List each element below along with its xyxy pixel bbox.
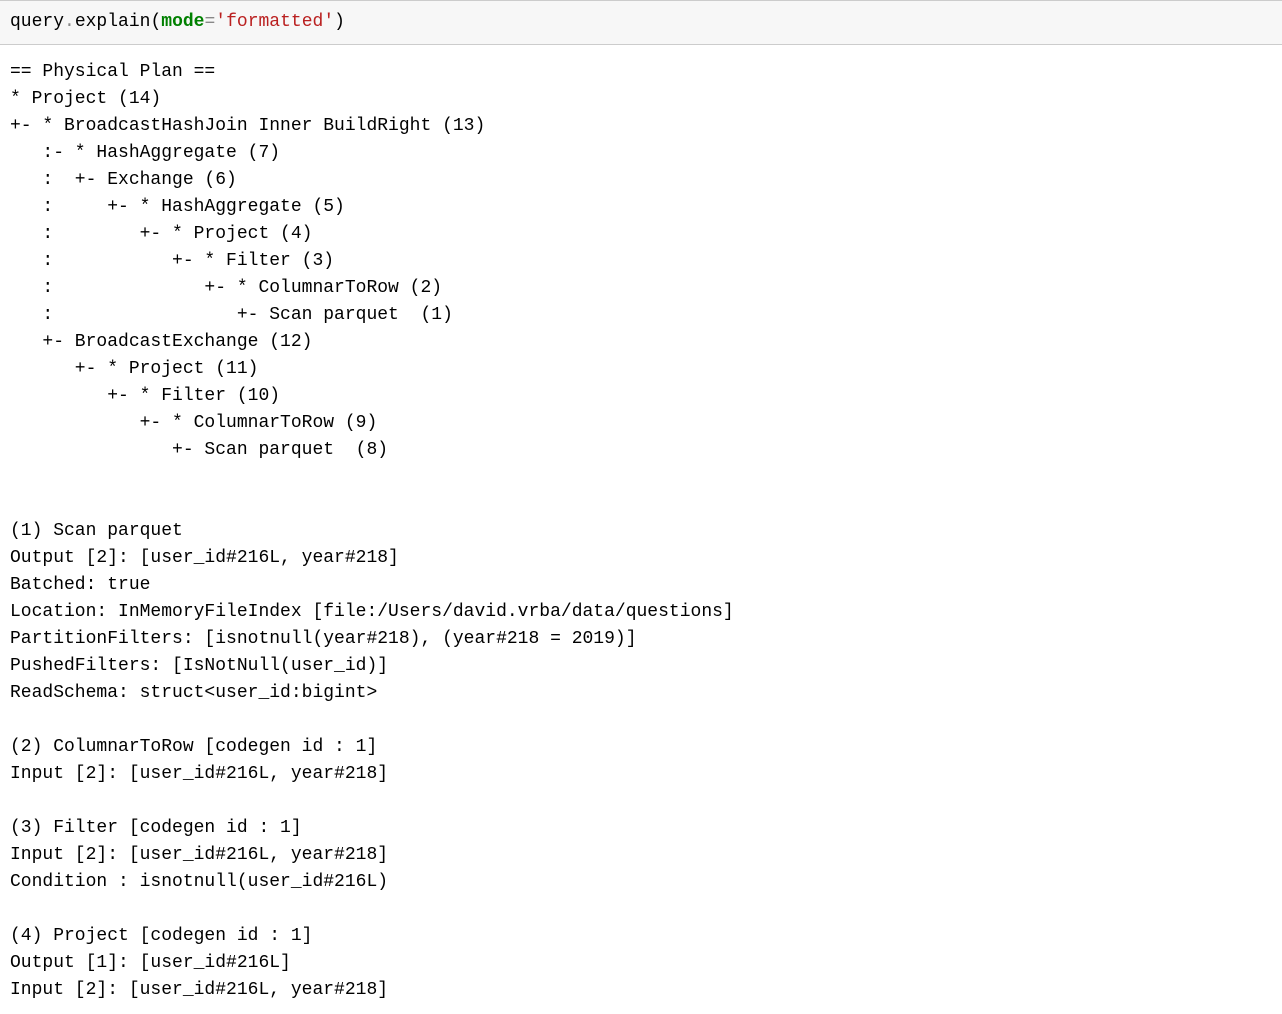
- code-token-argvalue: 'formatted': [215, 12, 334, 32]
- code-token-object: query: [10, 12, 64, 32]
- code-input-cell: query.explain(mode='formatted'): [0, 0, 1282, 45]
- code-token-argname: mode: [161, 12, 204, 32]
- code-token-method: explain: [75, 12, 151, 32]
- code-token-dot: .: [64, 12, 75, 32]
- code-token-lparen: (: [150, 12, 161, 32]
- code-output-cell: == Physical Plan == * Project (14) +- * …: [0, 45, 1282, 1014]
- code-token-eq: =: [204, 12, 215, 32]
- code-token-rparen: ): [334, 12, 345, 32]
